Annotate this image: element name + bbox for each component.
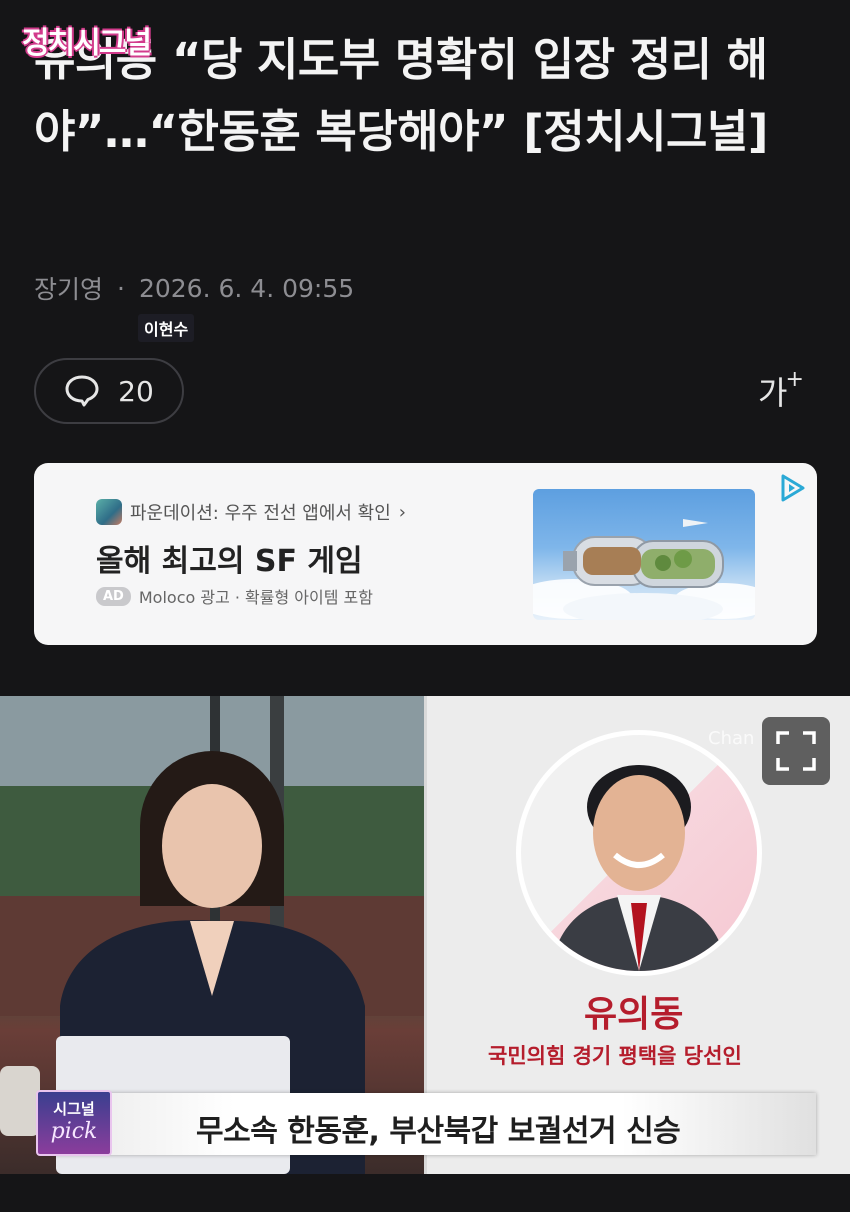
author-name[interactable]: 장기영 bbox=[34, 270, 103, 306]
ad-meta-text: Moloco 광고 · 확률형 아이템 포함 bbox=[138, 588, 373, 607]
ad-app-avatar bbox=[96, 499, 122, 525]
font-size-label: 가 bbox=[758, 374, 788, 412]
ad-source-text: 파운데이션: 우주 전선 앱에서 확인 bbox=[130, 503, 391, 524]
fullscreen-button[interactable] bbox=[762, 717, 830, 785]
ad-source[interactable]: 파운데이션: 우주 전선 앱에서 확인 › bbox=[96, 499, 406, 525]
host-name-tag: 이현수 bbox=[138, 314, 195, 342]
guest-portrait bbox=[516, 730, 762, 976]
speech-bubble-icon bbox=[65, 375, 99, 407]
space-station-illustration bbox=[533, 519, 755, 620]
ad-image[interactable] bbox=[533, 489, 755, 620]
font-size-button[interactable]: 가+ bbox=[758, 367, 806, 414]
ad-title[interactable]: 올해 최고의 SF 게임 bbox=[96, 536, 363, 580]
article-headline: 유의동 “당 지도부 명확히 입장 정리 해야”…“한동훈 복당해야” [정치시… bbox=[34, 33, 768, 158]
guest-name: 유의동 bbox=[584, 994, 684, 1035]
caption-text: 무소속 한동훈, 부산북갑 보궐선거 신승 bbox=[196, 1114, 681, 1149]
guest-role: 국민의힘 경기 평택을 당선인 bbox=[488, 1044, 742, 1068]
channel-watermark: Chan bbox=[708, 728, 755, 749]
byline: 장기영 · 2026. 6. 4. 09:55 bbox=[34, 270, 354, 306]
fullscreen-icon bbox=[776, 731, 816, 771]
publish-timestamp: 2026. 6. 4. 09:55 bbox=[138, 273, 355, 303]
comment-button[interactable]: 20 bbox=[34, 358, 184, 424]
pick-badge-line1: 시그널 bbox=[53, 1100, 95, 1118]
show-logo: 정치시그널 bbox=[22, 26, 152, 61]
font-size-plus: + bbox=[785, 367, 804, 393]
adchoices-icon[interactable] bbox=[776, 472, 808, 504]
ad-badge: AD bbox=[96, 586, 131, 606]
signal-pick-badge: 시그널 pick bbox=[36, 1090, 112, 1156]
guest-photo bbox=[551, 765, 727, 971]
comment-count: 20 bbox=[118, 374, 154, 408]
ad-meta: AD Moloco 광고 · 확률형 아이템 포함 bbox=[96, 584, 373, 608]
chevron-right-icon: › bbox=[398, 501, 406, 523]
pick-badge-line2: pick bbox=[50, 1119, 98, 1144]
byline-separator: · bbox=[117, 273, 125, 303]
